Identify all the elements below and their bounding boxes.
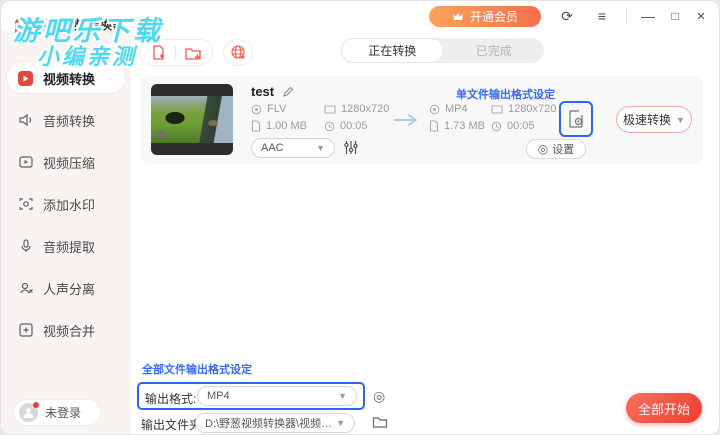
clock-icon — [324, 121, 335, 131]
output-size: 1.73 MB — [429, 120, 485, 132]
avatar — [19, 402, 39, 422]
audio-extract-icon — [17, 238, 34, 255]
speed-convert-label: 极速转换 — [623, 113, 672, 127]
format-icon — [251, 104, 262, 114]
output-duration: 00:05 — [491, 120, 535, 132]
thumbnail-image — [151, 96, 233, 143]
sidebar-item-label: 添加水印 — [43, 197, 96, 213]
menu-icon[interactable]: ≡ — [592, 7, 612, 25]
video-compress-icon — [17, 154, 34, 171]
speed-convert-button[interactable]: 极速转换 ▼ — [616, 106, 692, 133]
maximize-button[interactable]: □ — [665, 7, 685, 25]
sidebar-item-label: 音频提取 — [43, 239, 96, 255]
vip-upgrade-button[interactable]: 开通会员 — [429, 6, 541, 27]
vocal-separate-icon — [17, 280, 34, 297]
sidebar-item-vocal-separate[interactable]: 人声分离 — [7, 273, 125, 303]
sidebar-item-label: 人声分离 — [43, 281, 96, 297]
output-format-value: MP4 — [207, 390, 230, 402]
start-all-button[interactable]: 全部开始 — [626, 393, 702, 423]
resolution-icon — [491, 104, 503, 114]
single-file-format-button[interactable] — [559, 101, 593, 137]
file-size-icon — [251, 120, 261, 132]
toolbar-divider — [175, 46, 176, 59]
chevron-down-icon: ▼ — [336, 418, 345, 428]
chevron-down-icon: ▼ — [338, 391, 347, 401]
source-duration: 00:05 — [324, 120, 368, 132]
file-card: test FLV 1280x720 1.00 MB 00:05 AAC ▼ 单文… — [141, 76, 703, 164]
globe-add-icon — [230, 44, 247, 61]
open-folder-icon[interactable] — [372, 415, 388, 429]
audio-codec-select[interactable]: AAC ▼ — [251, 138, 335, 158]
video-convert-icon — [17, 70, 34, 87]
sidebar-item-video-compress[interactable]: 视频压缩 — [7, 147, 125, 177]
video-thumbnail[interactable] — [151, 84, 233, 155]
convert-arrow-icon — [393, 112, 419, 128]
source-resolution: 1280x720 — [324, 103, 389, 115]
output-format-label: 输出格式: — [145, 392, 197, 406]
add-folder-icon[interactable] — [184, 45, 202, 61]
tab-bar: 正在转换 已完成 — [341, 38, 544, 63]
sidebar-item-label: 视频转换 — [43, 71, 96, 87]
output-folder-value: D:\野葱视频转换器\视频转换 — [205, 418, 337, 430]
login-button[interactable]: 未登录 — [13, 399, 101, 426]
output-format-highlight-box: 输出格式: MP4 ▼ — [137, 382, 365, 410]
app-logo — [15, 19, 31, 35]
sidebar: 视频转换 音频转换 视频压缩 添加水印 音频提取 人声分离 视频合并 未登录 — [1, 31, 131, 434]
sidebar-item-label: 视频压缩 — [43, 155, 96, 171]
sidebar-item-audio-convert[interactable]: 音频转换 — [7, 105, 125, 135]
file-settings-button[interactable]: ◎ 设置 — [526, 139, 586, 159]
output-format: MP4 — [429, 103, 468, 115]
refresh-icon[interactable]: ⟳ — [557, 7, 577, 25]
add-url-button[interactable] — [223, 39, 253, 66]
source-format: FLV — [251, 103, 286, 115]
file-size-icon — [429, 120, 439, 132]
equalizer-icon[interactable] — [344, 140, 358, 155]
audio-convert-icon — [17, 112, 34, 129]
add-file-icon[interactable] — [150, 44, 167, 61]
login-label: 未登录 — [45, 406, 82, 420]
page-gear-icon — [569, 110, 583, 128]
rename-pencil-icon[interactable] — [282, 86, 294, 98]
audio-codec-value: AAC — [261, 142, 284, 154]
format-gear-icon[interactable]: ◎ — [373, 388, 385, 405]
format-icon — [429, 104, 440, 114]
clock-icon — [491, 121, 502, 131]
sidebar-item-add-watermark[interactable]: 添加水印 — [7, 189, 125, 219]
add-toolbar-group — [139, 39, 213, 66]
video-merge-icon — [17, 322, 34, 339]
main-panel: 正在转换 已完成 test FLV 1280x720 1.00 MB 00:05… — [131, 31, 719, 434]
titlebar-divider — [626, 9, 627, 23]
notification-dot — [33, 402, 39, 408]
add-watermark-icon — [17, 196, 34, 213]
resolution-icon — [324, 104, 336, 114]
vip-upgrade-label: 开通会员 — [469, 10, 518, 24]
sidebar-item-video-convert[interactable]: 视频转换 — [7, 63, 125, 93]
app-title: 野葱视频转换器 — [35, 18, 127, 32]
sidebar-item-video-merge[interactable]: 视频合并 — [7, 315, 125, 345]
sidebar-item-label: 音频转换 — [43, 113, 96, 129]
output-resolution: 1280x720 — [491, 103, 556, 115]
sidebar-item-audio-extract[interactable]: 音频提取 — [7, 231, 125, 261]
chevron-down-icon: ▼ — [676, 114, 685, 125]
file-title: test — [251, 84, 275, 99]
sidebar-item-label: 视频合并 — [43, 323, 96, 339]
source-size: 1.00 MB — [251, 120, 307, 132]
minimize-button[interactable]: — — [638, 7, 658, 25]
file-settings-label: 设置 — [552, 144, 575, 156]
single-file-setting-link[interactable]: 单文件输出格式设定 — [456, 86, 555, 102]
gear-icon: ◎ — [537, 142, 549, 156]
output-folder-select[interactable]: D:\野葱视频转换器\视频转换 ▼ — [195, 413, 355, 433]
app-window: 野葱视频转换器 游吧乐下载 小编亲测 开通会员 ⟳ ≡ — □ × 视频转换 音… — [0, 0, 720, 435]
close-button[interactable]: × — [691, 7, 711, 25]
output-format-select[interactable]: MP4 ▼ — [197, 386, 357, 406]
all-files-setting-title: 全部文件输出格式设定 — [142, 364, 252, 376]
tab-converting[interactable]: 正在转换 — [341, 38, 444, 63]
tab-completed[interactable]: 已完成 — [444, 38, 545, 63]
chevron-down-icon: ▼ — [316, 143, 325, 153]
crown-icon — [452, 12, 464, 22]
